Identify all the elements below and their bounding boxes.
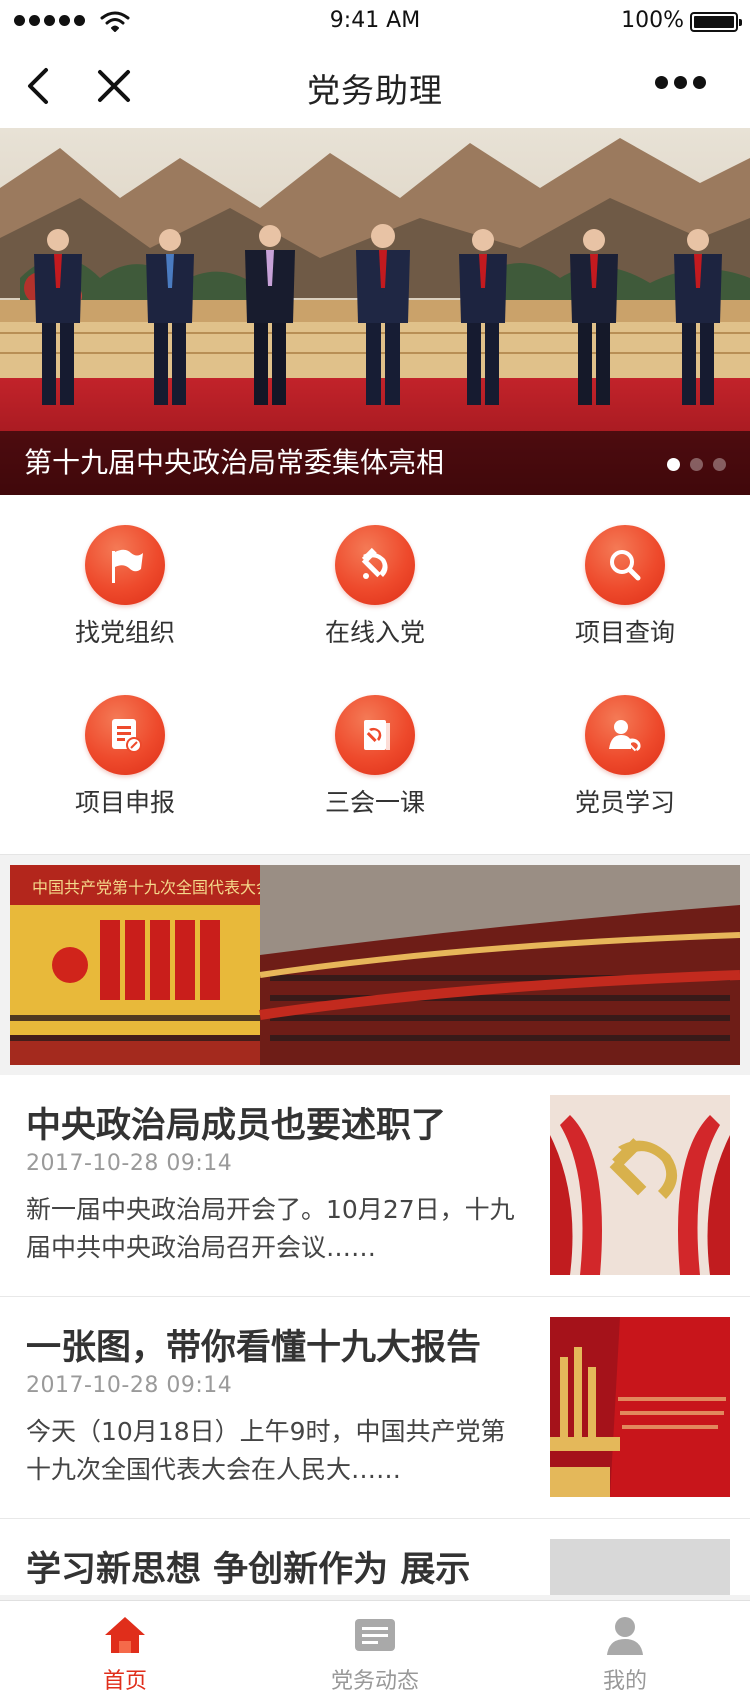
status-bar: 9:41 AM 100%: [0, 0, 750, 44]
carousel-dot[interactable]: [713, 458, 726, 471]
hammer-sickle-icon: [335, 525, 415, 605]
news-list: 中央政治局成员也要述职了 2017-10-28 09:14 新一届中央政治局开会…: [0, 1075, 750, 1595]
banner-caption: 第十九届中央政治局常委集体亮相: [24, 446, 445, 479]
document-edit-icon: [85, 695, 165, 775]
news-icon: [355, 1619, 395, 1651]
news-thumbnail: [550, 1095, 730, 1275]
tab-label: 首页: [102, 1669, 147, 1694]
tab-label: 党务动态: [330, 1669, 419, 1694]
search-icon: [585, 525, 665, 605]
news-item[interactable]: 一张图，带你看懂十九大报告 2017-10-28 09:14 今天（10月18日…: [0, 1297, 750, 1519]
news-thumbnail: [550, 1317, 730, 1497]
user-icon: [607, 1617, 643, 1655]
congress-sign-text: 中国共产党第十九次全国代表大会: [32, 879, 272, 897]
grid-item-find-organization[interactable]: 找党组织: [0, 495, 250, 655]
grid-item-join-party-online[interactable]: 在线入党: [250, 495, 500, 655]
grid-item-project-application[interactable]: 项目申报: [0, 665, 250, 825]
news-date: 2017-10-28 09:14: [26, 1151, 233, 1176]
page-title: 党务助理: [307, 71, 443, 110]
grid-item-member-study[interactable]: 党员学习: [500, 665, 750, 825]
news-summary: 今天（10月18日）上午9时，中国共产党第十九次全国代表大会在人民大……: [26, 1417, 506, 1484]
tab-party-news[interactable]: 党务动态: [250, 1601, 500, 1700]
more-icon[interactable]: [655, 76, 706, 89]
flag-icon: [85, 525, 165, 605]
news-date: 2017-10-28 09:14: [26, 1373, 233, 1398]
carousel-dot[interactable]: [690, 458, 703, 471]
grid-item-project-query[interactable]: 项目查询: [500, 495, 750, 655]
battery-percent: 100%: [621, 8, 684, 33]
news-title: 一张图，带你看懂十九大报告: [26, 1328, 482, 1368]
congress-hall-image: 中国共产党第十九次全国代表大会: [10, 865, 740, 1065]
tab-bar: 首页 党务动态 我的: [0, 1600, 750, 1700]
tab-label: 我的: [602, 1669, 647, 1694]
party-book-icon: [335, 695, 415, 775]
home-icon: [105, 1617, 145, 1653]
carousel-dots[interactable]: [667, 458, 726, 471]
grid-item-label: 找党组织: [74, 618, 175, 647]
grid-item-label: 党员学习: [574, 788, 675, 817]
news-item[interactable]: 中央政治局成员也要述职了 2017-10-28 09:14 新一届中央政治局开会…: [0, 1075, 750, 1297]
grid-item-label: 在线入党: [324, 618, 425, 647]
tab-home[interactable]: 首页: [0, 1601, 250, 1700]
grid-item-label: 项目查询: [574, 618, 675, 647]
tab-me[interactable]: 我的: [500, 1601, 750, 1700]
news-summary: 新一届中央政治局开会了。10月27日，十九届中共中央政治局召开会议……: [26, 1195, 515, 1262]
carousel-dot[interactable]: [667, 458, 680, 471]
news-title: 学习新思想 争创新作为 展示: [26, 1550, 471, 1590]
banner-carousel[interactable]: 第十九届中央政治局常委集体亮相: [0, 128, 750, 495]
nav-bar: 党务助理: [0, 44, 750, 128]
feature-grid: 找党组织 在线入党 项目查询 项目申报 三会一课 党员学习: [0, 495, 750, 855]
battery-icon: [690, 12, 742, 32]
news-item[interactable]: 学习新思想 争创新作为 展示: [0, 1519, 750, 1595]
congress-promo-banner[interactable]: 中国共产党第十九次全国代表大会: [10, 865, 740, 1065]
member-study-icon: [585, 695, 665, 775]
news-thumbnail: [550, 1539, 730, 1595]
news-title: 中央政治局成员也要述职了: [26, 1106, 447, 1146]
grid-item-label: 三会一课: [324, 788, 425, 817]
grid-item-three-meetings-one-lesson[interactable]: 三会一课: [250, 665, 500, 825]
grid-item-label: 项目申报: [74, 788, 175, 817]
